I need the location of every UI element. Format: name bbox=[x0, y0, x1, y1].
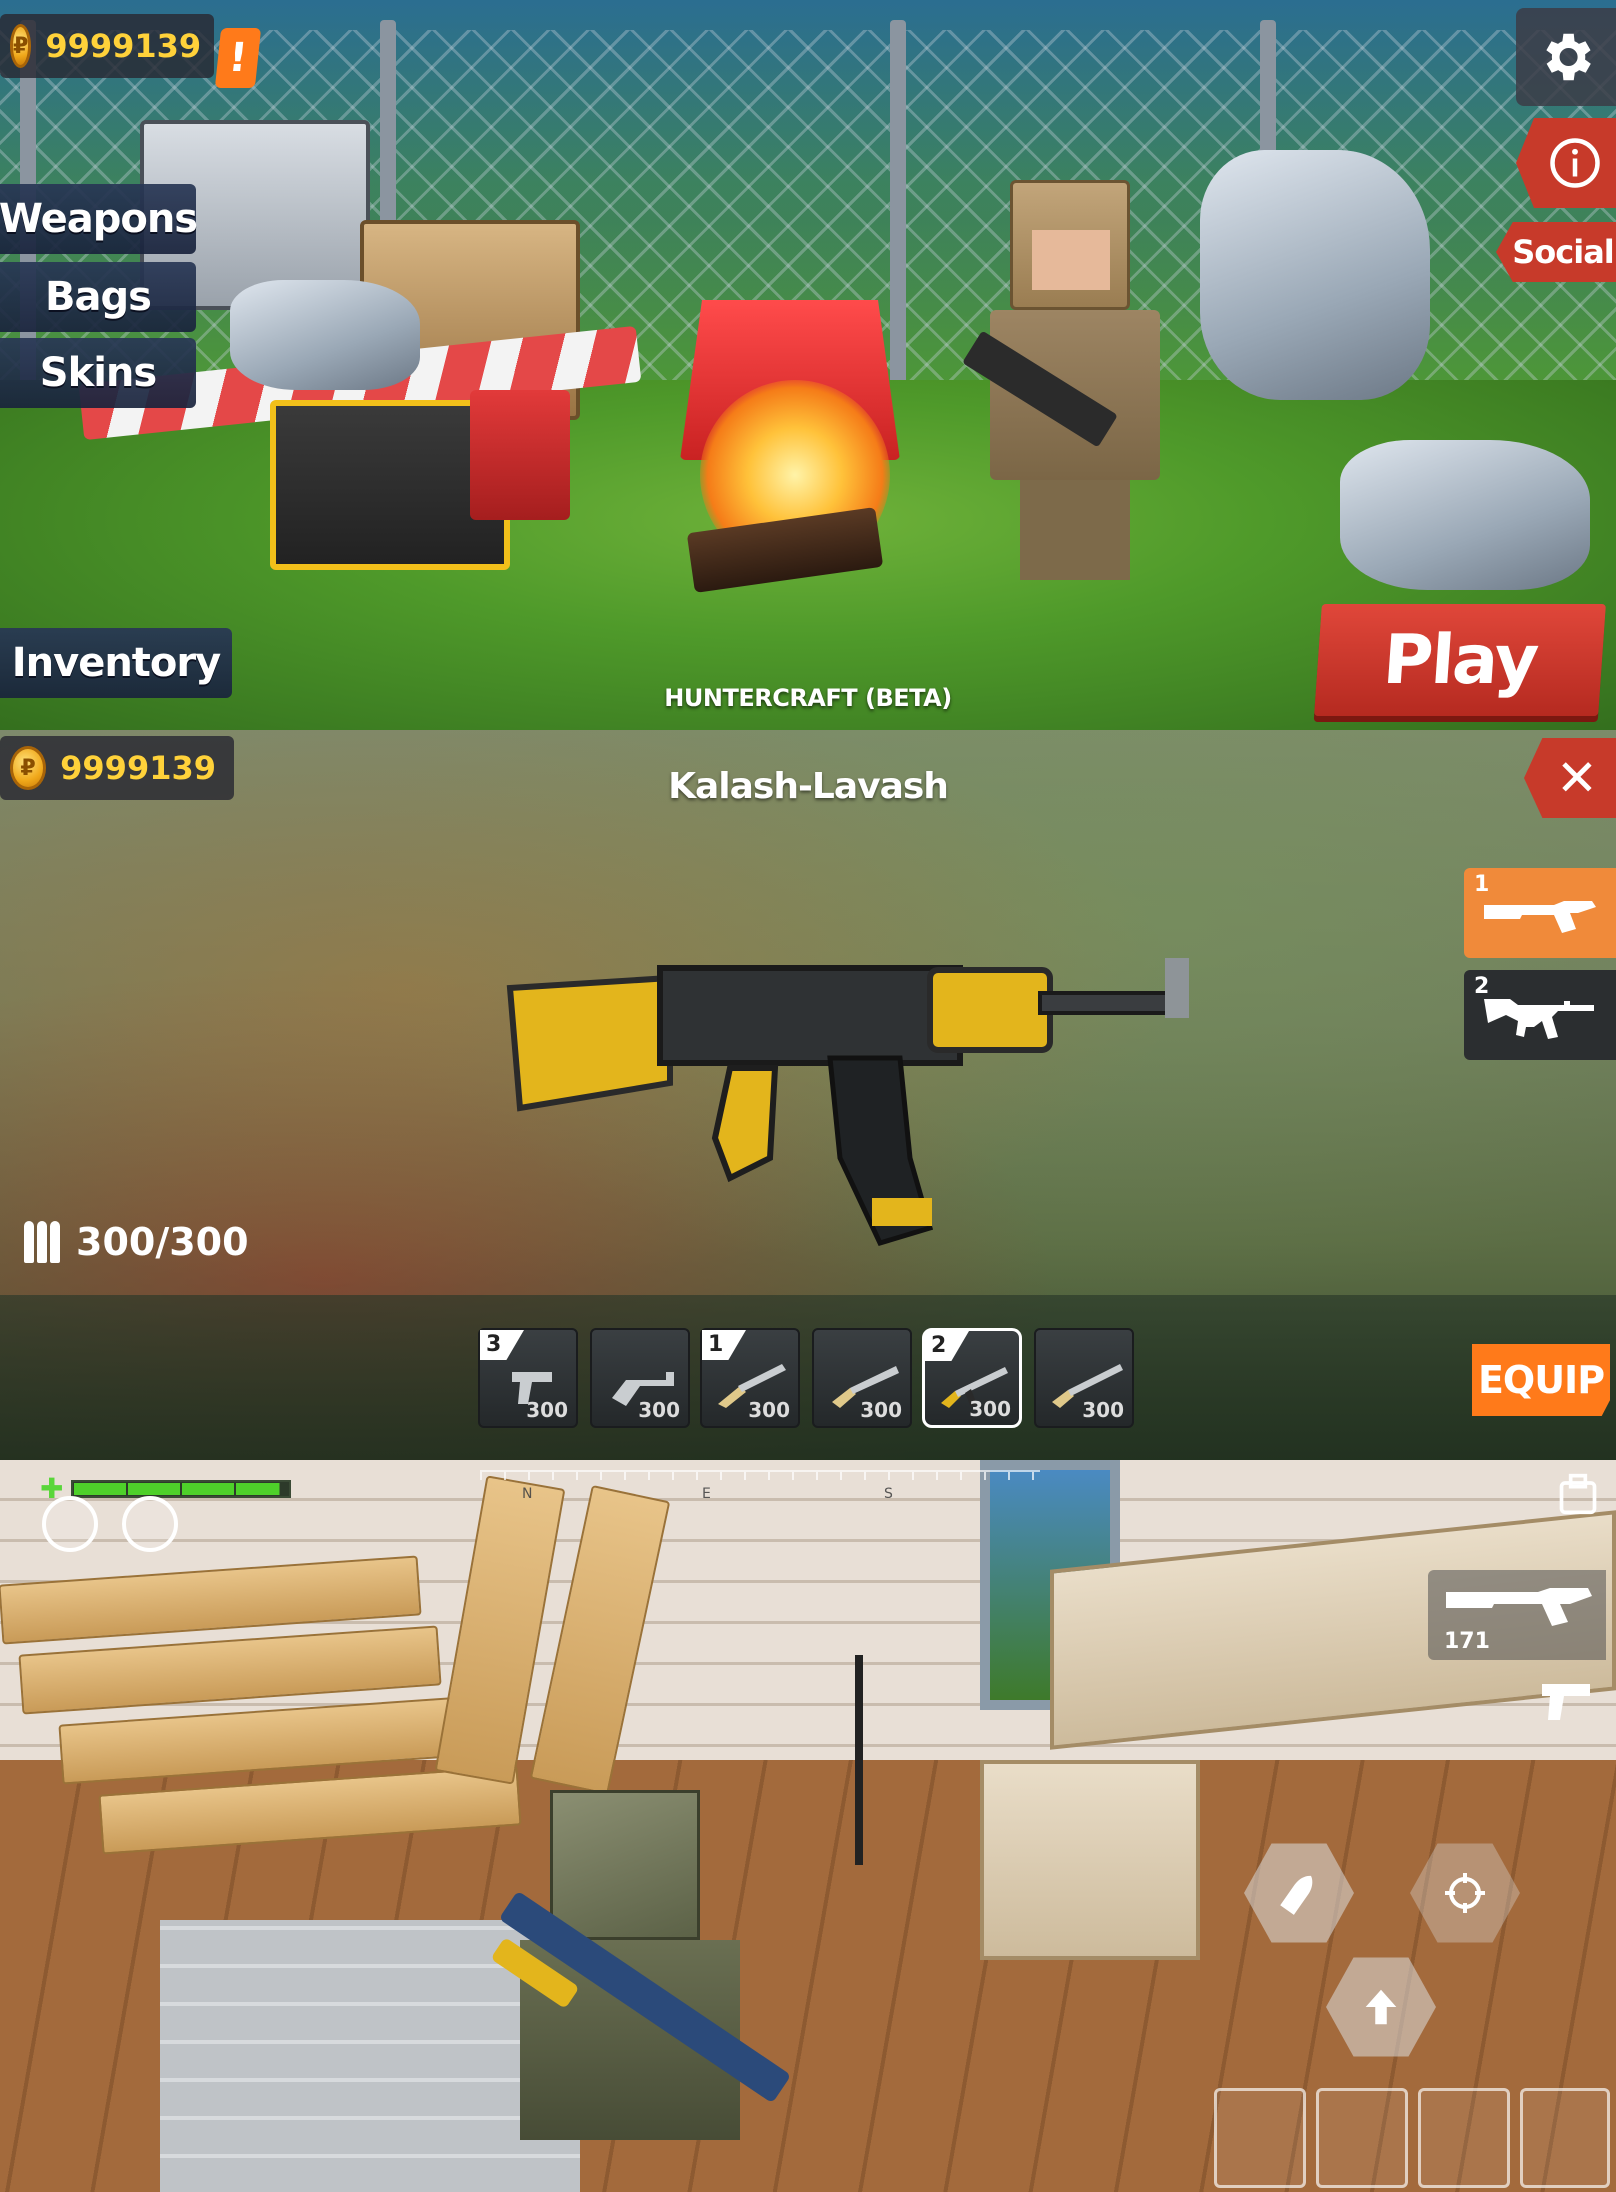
shotgun-icon bbox=[1446, 1588, 1592, 1626]
card-count: 300 bbox=[526, 1398, 568, 1422]
quick-slot[interactable] bbox=[1418, 2088, 1510, 2188]
ammo-readout: 300/300 bbox=[24, 1220, 249, 1264]
bullet-icon bbox=[1280, 1875, 1313, 1915]
info-button[interactable] bbox=[1516, 118, 1616, 208]
compass-label: E bbox=[702, 1486, 711, 1502]
weapon-card[interactable]: 300 bbox=[590, 1328, 690, 1428]
quick-slot[interactable] bbox=[1316, 2088, 1408, 2188]
skins-button[interactable]: Skins bbox=[0, 338, 196, 408]
weapon-slot-1[interactable]: 1 bbox=[1464, 868, 1616, 958]
weapon-name: Kalash-Lavash bbox=[668, 766, 949, 807]
pistol-icon[interactable] bbox=[1532, 1678, 1596, 1722]
weapon-card[interactable]: 3 300 bbox=[478, 1328, 578, 1428]
weapon-strip-background bbox=[0, 1295, 1616, 1460]
weapon-card-selected[interactable]: 2 300 bbox=[922, 1328, 1022, 1428]
slot-badge: 1 bbox=[702, 1330, 746, 1360]
bags-button[interactable]: Bags bbox=[0, 262, 196, 332]
boulder bbox=[230, 280, 420, 390]
coin-balance: ₽ 9999139 bbox=[0, 14, 214, 78]
weapon-card[interactable]: 300 bbox=[812, 1328, 912, 1428]
lamp-stand bbox=[855, 1655, 863, 1865]
fence-post bbox=[890, 20, 906, 440]
card-count: 300 bbox=[638, 1398, 680, 1422]
ammo-count: 171 bbox=[1444, 1629, 1490, 1654]
ammo-value: 300/300 bbox=[76, 1220, 249, 1264]
weapon-select-screen: ₽ 9999139 Kalash-Lavash ✕ 1 2 300/300 3 bbox=[0, 730, 1616, 1460]
close-icon: ✕ bbox=[1556, 749, 1598, 807]
shotgun-icon bbox=[1484, 901, 1596, 933]
slot-number: 2 bbox=[1474, 974, 1490, 999]
info-icon bbox=[1550, 138, 1600, 188]
hunger-icon bbox=[42, 1496, 98, 1552]
weapons-button[interactable]: Weapons bbox=[0, 184, 198, 254]
card-count: 300 bbox=[969, 1397, 1011, 1421]
card-count: 300 bbox=[860, 1398, 902, 1422]
lobby-screen: ₽ 9999139 ! Weapons Bags Skins Inventory… bbox=[0, 0, 1616, 730]
player-character bbox=[490, 1790, 792, 2170]
slot-number: 1 bbox=[1474, 872, 1490, 897]
health-track bbox=[71, 1479, 292, 1498]
quick-slot[interactable] bbox=[1214, 2088, 1306, 2188]
cabinet bbox=[980, 1760, 1200, 1960]
weapon-card[interactable]: 300 bbox=[1034, 1328, 1134, 1428]
coin-icon: ₽ bbox=[10, 24, 32, 68]
game-title: HUNTERCRAFT (BETA) bbox=[664, 684, 952, 712]
boulder bbox=[1200, 150, 1430, 400]
assault-rifle-icon bbox=[1484, 999, 1594, 1039]
gear-icon bbox=[1546, 33, 1591, 81]
settings-button[interactable] bbox=[1516, 8, 1616, 106]
thirst-icon bbox=[122, 1496, 178, 1552]
selected-weapon-model bbox=[506, 958, 1189, 1247]
fuel-can bbox=[470, 390, 570, 520]
social-button[interactable]: Social bbox=[1496, 222, 1616, 282]
gameplay-screen: ✚ N E S 171 bbox=[0, 1460, 1616, 2192]
coin-value: 9999139 bbox=[45, 27, 202, 65]
boulder bbox=[1340, 440, 1590, 590]
bullets-icon bbox=[24, 1221, 60, 1263]
slot-badge: 3 bbox=[480, 1330, 524, 1360]
compass-label: S bbox=[884, 1486, 893, 1502]
weapon-slot-2[interactable]: 2 bbox=[1464, 970, 1616, 1060]
alert-badge[interactable]: ! bbox=[214, 28, 262, 88]
card-count: 300 bbox=[1082, 1398, 1124, 1422]
arrow-up-icon bbox=[1365, 1989, 1397, 2025]
quick-slot[interactable] bbox=[1520, 2088, 1610, 2188]
compass-bar: N E S bbox=[480, 1470, 1040, 1502]
player-soldier bbox=[962, 180, 1160, 580]
compass-label: N bbox=[522, 1486, 533, 1502]
close-button[interactable]: ✕ bbox=[1524, 738, 1616, 818]
equip-button[interactable]: EQUIP bbox=[1472, 1344, 1610, 1416]
slot-badge: 2 bbox=[925, 1331, 969, 1361]
current-weapon-panel[interactable]: 171 bbox=[1428, 1570, 1606, 1660]
crosshair-icon bbox=[1445, 1873, 1485, 1913]
weapon-card[interactable]: 1 300 bbox=[700, 1328, 800, 1428]
backpack-icon[interactable] bbox=[1556, 1472, 1600, 1516]
card-count: 300 bbox=[748, 1398, 790, 1422]
